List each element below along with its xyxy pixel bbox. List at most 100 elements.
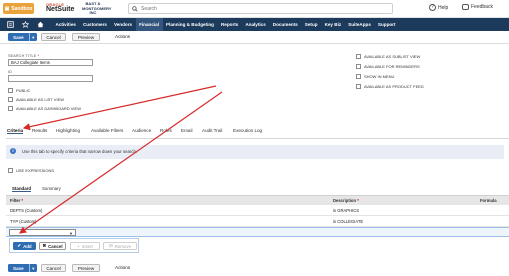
table-row[interactable]: DEPTS (Custom) is GRAPHICS [6, 205, 509, 216]
nav-item-financial[interactable]: Financial [135, 18, 163, 31]
remove-label: Remove [114, 243, 132, 249]
partner-logo: BAST & MONTGOMERY INC [82, 1, 112, 16]
tab-available-filters[interactable]: Available Filters [91, 128, 123, 133]
filter-cell: DEPTS (Custom) [10, 208, 43, 213]
product-feed-checkbox[interactable] [356, 84, 361, 89]
tab-divider [6, 138, 509, 139]
nav-item-documents[interactable]: Documents [269, 18, 301, 31]
nav-item-customers[interactable]: Customers [79, 18, 110, 31]
main-nav: Activities Customers Vendors Financial Plann… [0, 18, 509, 31]
chevron-down-icon: ▼ [69, 231, 73, 236]
chevron-down-icon[interactable]: ▼ [28, 33, 37, 41]
available-as-list-view-checkbox[interactable] [8, 97, 13, 102]
save-label: Save [13, 265, 24, 271]
nav-item-analytics[interactable]: Analytics [242, 18, 269, 31]
search-title-label: SEARCH TITLE * [8, 54, 40, 58]
sublist-view-label: AVAILABLE AS SUBLIST VIEW [364, 54, 421, 59]
feedback-link[interactable]: Feedback [462, 4, 493, 10]
product-feed-label: AVAILABLE AS PRODUCT FEED [364, 84, 424, 89]
nav-item-reports[interactable]: Reports [217, 18, 241, 31]
criteria-grid-header: Filter * Description * Formula [6, 195, 509, 205]
favorites-star-icon[interactable] [22, 21, 29, 28]
search-input[interactable] [138, 4, 392, 13]
search-title-input[interactable]: BAJ Collegiate Items [8, 59, 93, 66]
nav-items: Activities Customers Vendors Financial Plann… [52, 18, 399, 31]
save-button-top[interactable]: Save ▼ [8, 33, 37, 41]
reminders-checkbox[interactable] [356, 64, 361, 69]
nav-item-suiteapps[interactable]: SuiteApps [345, 18, 375, 31]
help-icon: ? [429, 4, 436, 11]
close-icon: ✖ [42, 243, 47, 248]
insert-button[interactable]: + Insert [70, 242, 100, 250]
info-banner: i Use this tab to specify criteria that … [6, 145, 504, 159]
help-link[interactable]: ? Help [429, 4, 448, 11]
public-checkbox[interactable] [8, 88, 13, 93]
feedback-icon [462, 4, 469, 10]
description-cell: is GRAPHICS [333, 208, 360, 213]
netsuite-logo[interactable]: NetSuite [46, 6, 74, 13]
table-row[interactable]: TYP (Custom) is COLLEGIATE [6, 216, 509, 227]
sandbox-label: Sandbox [11, 5, 33, 12]
nav-item-vendors[interactable]: Vendors [110, 18, 135, 31]
home-icon[interactable] [37, 21, 44, 28]
formula-column-header[interactable]: Formula [480, 198, 497, 203]
cancel-line-button[interactable]: ✖ Cancel [39, 242, 66, 250]
available-as-list-view-label: AVAILABLE AS LIST VIEW [16, 97, 65, 102]
filter-column-header[interactable]: Filter * [10, 198, 23, 203]
filter-select[interactable]: ▼ [9, 229, 76, 236]
tab-roles[interactable]: Roles [160, 128, 172, 133]
chevron-down-icon[interactable]: ▼ [28, 264, 37, 272]
tab-email[interactable]: Email [181, 128, 193, 133]
add-button[interactable]: ✔ Add [13, 242, 36, 250]
subtab-standard[interactable]: Standard [12, 186, 32, 192]
nav-item-support[interactable]: Support [374, 18, 399, 31]
save-label: Save [13, 34, 24, 40]
nav-item-planning-budgeting[interactable]: Planning & Budgeting [163, 18, 218, 31]
global-search[interactable] [128, 3, 393, 14]
recent-records-icon[interactable] [7, 21, 14, 28]
filter-cell: TYP (Custom) [10, 219, 37, 224]
actions-menu-top[interactable]: Actions [115, 34, 130, 39]
preview-button-top[interactable]: Preview [72, 33, 100, 41]
nav-item-key-biz[interactable]: Key Biz [321, 18, 345, 31]
cancel-line-label: Cancel [48, 243, 63, 249]
nav-item-setup[interactable]: Setup [301, 18, 321, 31]
required-marker: * [37, 54, 40, 58]
netsuite-saved-search-page: ▣ Sandbox ORACLE NetSuite BAST & MONTGOM… [0, 0, 509, 276]
tab-highlighting[interactable]: Highlighting [56, 128, 80, 133]
remove-icon: ⊟ [108, 243, 113, 248]
cancel-button-bottom[interactable]: Cancel [41, 264, 66, 272]
required-marker: * [357, 198, 359, 203]
remove-button[interactable]: ⊟ Remove [103, 242, 137, 250]
tab-criteria[interactable]: Criteria [7, 128, 24, 134]
sandbox-badge[interactable]: ▣ Sandbox [3, 3, 34, 14]
description-column-header[interactable]: Description * [333, 198, 359, 203]
toolbar-divider [0, 43, 509, 44]
preview-button-bottom[interactable]: Preview [72, 264, 100, 272]
required-marker: * [21, 198, 24, 203]
reminders-label: AVAILABLE FOR REMINDERS [364, 64, 420, 69]
tab-execution-log[interactable]: Execution Log [233, 128, 262, 133]
sandbox-icon: ▣ [4, 5, 10, 12]
description-cell: is COLLEGIATE [333, 219, 364, 224]
show-in-menu-checkbox[interactable] [356, 74, 361, 79]
subtab-summary[interactable]: Summary [42, 186, 61, 191]
id-input[interactable] [8, 75, 93, 82]
new-criteria-row[interactable]: ▼ [6, 227, 509, 237]
tab-audience[interactable]: Audience [132, 128, 151, 133]
save-button-bottom[interactable]: Save ▼ [8, 264, 37, 272]
add-label: Add [23, 243, 32, 249]
sublist-view-checkbox[interactable] [356, 54, 361, 59]
info-icon: i [10, 148, 16, 154]
actions-menu-bottom[interactable]: Actions [115, 265, 130, 270]
public-label: PUBLIC [16, 88, 31, 93]
available-as-dashboard-view-checkbox[interactable] [8, 106, 13, 111]
cancel-button-top[interactable]: Cancel [41, 33, 66, 41]
nav-item-activities[interactable]: Activities [52, 18, 79, 31]
tab-results[interactable]: Results [32, 128, 47, 133]
use-expressions-checkbox[interactable] [8, 168, 13, 173]
tab-audit-trail[interactable]: Audit Trail [202, 128, 222, 133]
top-header: ▣ Sandbox ORACLE NetSuite BAST & MONTGOM… [0, 0, 509, 18]
feedback-label: Feedback [471, 4, 493, 10]
info-text: Use this tab to specify criteria that na… [22, 149, 138, 154]
